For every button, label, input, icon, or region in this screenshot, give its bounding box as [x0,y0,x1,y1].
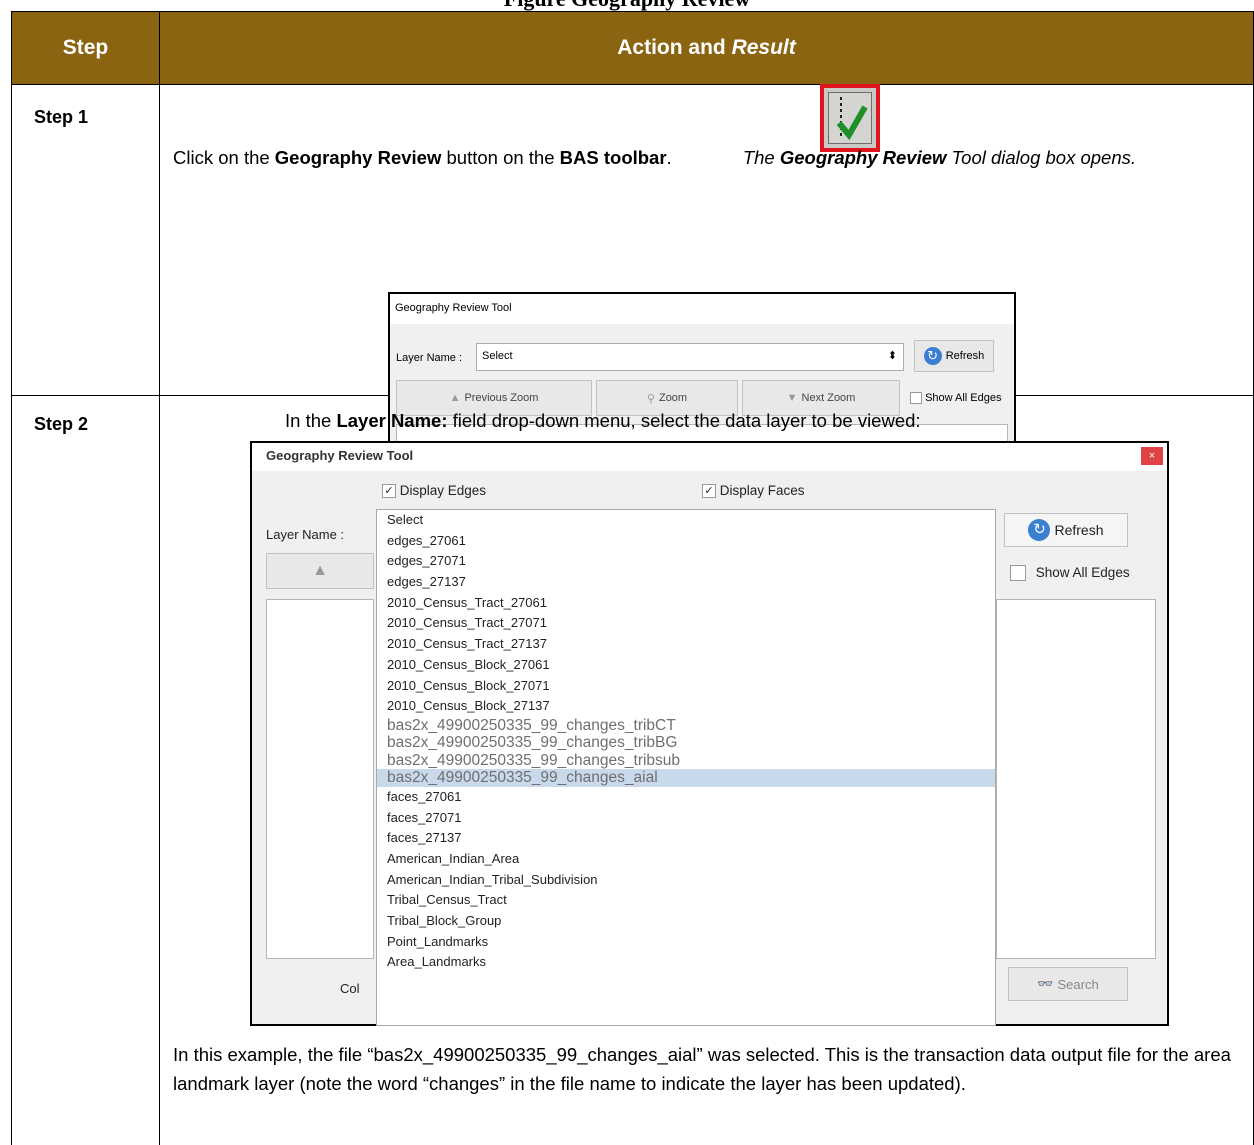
refresh-icon: ↻ [923,347,942,365]
dropdown-item[interactable]: edges_27137 [377,572,995,593]
dropdown-item[interactable]: 2010_Census_Block_27071 [377,676,995,697]
dropdown-item[interactable]: 2010_Census_Tract_27061 [377,593,995,614]
refresh-button[interactable]: ↻ Refresh [914,340,994,372]
dropdown-item[interactable]: Area_Landmarks [377,952,995,973]
layer-name-dropdown-list[interactable]: Select edges_27061 edges_27071 edges_27137 2… [376,509,996,1026]
display-faces-checkbox[interactable]: ✓ Display Faces [702,483,805,499]
triangle-up-icon: ▲ [312,562,328,579]
results-area [266,599,374,959]
step-1-label: Step 1 [34,107,89,127]
page-title: Figure Geography Review [0,0,1254,11]
steps-table: Step Action and Result Step 1 Click on t… [11,11,1254,1145]
dropdown-item[interactable]: edges_27061 [377,531,995,552]
dropdown-item[interactable]: bas2x_49900250335_99_changes_tribCT [377,717,995,735]
dropdown-item[interactable]: bas2x_49900250335_99_changes_aial [377,769,995,787]
step-2-label: Step 2 [34,414,89,434]
step-1-text: Click on the Geography Review button on … [173,147,1137,168]
close-icon[interactable]: × [1141,447,1163,465]
dropdown-item[interactable]: American_Indian_Area [377,849,995,870]
dropdown-item[interactable]: 2010_Census_Tract_27137 [377,634,995,655]
dropdown-item[interactable]: Point_Landmarks [377,932,995,953]
step-2-paragraph: In this example, the file “bas2x_4990025… [173,1044,1231,1094]
dropdown-item[interactable]: Tribal_Census_Tract [377,890,995,911]
layer-name-label: Layer Name : [396,352,463,364]
col-label: Col [340,981,360,996]
step-2-content: In the Layer Name: field drop-down menu,… [159,395,1254,1145]
dropdown-item[interactable]: faces_27061 [377,787,995,808]
dropdown-item[interactable]: American_Indian_Tribal_Subdivision [377,870,995,891]
binoculars-icon: 👓 [1037,976,1054,991]
show-all-edges-checkbox[interactable]: Show All Edges [1010,565,1130,582]
dropdown-item[interactable]: edges_27071 [377,551,995,572]
step-1-content: Click on the Geography Review button on … [159,84,1254,461]
dropdown-item[interactable]: faces_27071 [377,808,995,829]
layer-name-label: Layer Name : [266,527,345,542]
display-edges-checkbox[interactable]: ✓ Display Edges [382,483,486,499]
dialog-title: Geography Review Tool [395,302,512,314]
header-step: Step [11,11,160,85]
dropdown-item[interactable]: 2010_Census_Block_27137 [377,696,995,717]
dropdown-item[interactable]: 2010_Census_Tract_27071 [377,613,995,634]
refresh-button[interactable]: ↻ Refresh [1004,513,1128,547]
geography-review-dialog: Geography Review Tool × ✓ Display Edges … [250,441,1169,1026]
refresh-icon: ↻ [1028,519,1051,541]
layer-name-select[interactable]: Select ⬍ [476,343,904,371]
dropdown-item[interactable]: Select [377,510,995,531]
updown-icon: ⬍ [887,350,897,362]
step-2-text: In the Layer Name: field drop-down menu,… [285,410,921,431]
previous-zoom-button[interactable]: ▲ [266,553,374,589]
dropdown-item[interactable]: bas2x_49900250335_99_changes_tribBG [377,734,995,752]
header-action: Action and Result [159,11,1254,85]
dropdown-item[interactable]: bas2x_49900250335_99_changes_tribsub [377,752,995,770]
dialog-title: Geography Review Tool [266,448,414,463]
dropdown-item[interactable]: faces_27137 [377,828,995,849]
search-button[interactable]: 👓 Search [1008,967,1128,1001]
dropdown-item[interactable]: Tribal_Block_Group [377,911,995,932]
side-panel [996,599,1156,959]
geography-review-icon [820,84,880,152]
dropdown-item[interactable]: 2010_Census_Block_27061 [377,655,995,676]
